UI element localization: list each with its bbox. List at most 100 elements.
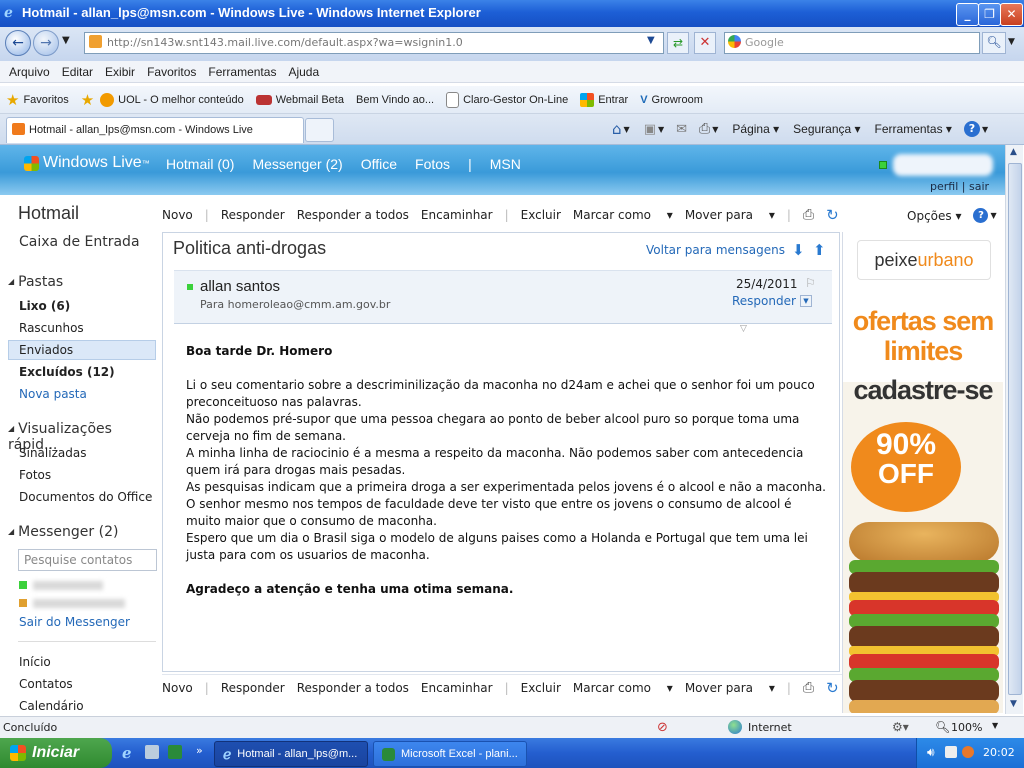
forward-button[interactable]: →: [33, 30, 59, 56]
quicklaunch-excel-icon[interactable]: [168, 745, 182, 759]
quicklaunch-explorer-icon[interactable]: [145, 745, 159, 759]
inbox-link[interactable]: Caixa de Entrada: [19, 234, 140, 250]
folders-heading[interactable]: Pastas: [8, 274, 63, 290]
zoom-icon[interactable]: 🔍︎: [935, 720, 950, 734]
previous-message-icon[interactable]: ⬆: [813, 241, 826, 259]
print-icon[interactable]: ⎙: [699, 121, 710, 137]
reply-button[interactable]: Responder: [221, 208, 285, 222]
messenger-heading[interactable]: Messenger (2): [8, 524, 118, 540]
search-icon[interactable]: 🔍︎: [982, 32, 1006, 54]
forward-button[interactable]: Encaminhar: [421, 681, 493, 695]
search-input[interactable]: Google: [724, 32, 980, 54]
nav-messenger[interactable]: Messenger (2): [252, 156, 342, 172]
nav-hotmail[interactable]: Hotmail (0): [166, 156, 234, 172]
network-icon[interactable]: [945, 746, 957, 758]
volume-icon[interactable]: 🔊︎: [927, 745, 935, 760]
read-mail-icon[interactable]: ✉: [676, 122, 687, 137]
new-tab-button[interactable]: [305, 118, 334, 142]
nav-calendario[interactable]: Calendário: [19, 699, 84, 713]
url-field[interactable]: http://sn143w.snt143.mail.live.com/defau…: [84, 32, 664, 54]
nav-office[interactable]: Office: [361, 156, 397, 172]
favorites-button[interactable]: ★ Favoritos: [6, 91, 69, 109]
contacts-search-input[interactable]: Pesquise contatos: [18, 549, 157, 571]
menu-ajuda[interactable]: Ajuda: [288, 65, 319, 79]
start-button[interactable]: Iniciar: [0, 738, 112, 768]
new-button[interactable]: Novo: [162, 208, 193, 222]
options-menu[interactable]: Opções ▾: [907, 209, 961, 223]
windows-live-logo[interactable]: Windows Live ™: [24, 154, 150, 172]
nav-contatos[interactable]: Contatos: [19, 677, 73, 691]
profile-link[interactable]: perfil: [930, 180, 958, 193]
home-icon[interactable]: ⌂: [612, 120, 622, 138]
feeds-icon[interactable]: ▣: [644, 122, 656, 137]
url-dropdown-icon[interactable]: ▼: [647, 35, 655, 46]
fav-growroom[interactable]: V Growroom: [640, 94, 703, 106]
quicklaunch-ie-icon[interactable]: ℯ: [122, 744, 132, 762]
zoom-dropdown-icon[interactable]: ▼: [992, 721, 998, 730]
menu-exibir[interactable]: Exibir: [105, 65, 135, 79]
quick-sinalizadas[interactable]: Sinalizadas: [19, 446, 86, 460]
help-dropdown-icon[interactable]: ▼: [982, 125, 988, 134]
scroll-down-icon[interactable]: ▼: [1010, 699, 1017, 709]
menu-ferramentas[interactable]: Ferramentas: [208, 65, 276, 79]
reply-all-button[interactable]: Responder a todos: [297, 681, 409, 695]
next-message-icon[interactable]: ⬇: [792, 241, 805, 259]
refresh-icon[interactable]: ↻: [826, 206, 839, 224]
contact-name-obscured[interactable]: [33, 599, 125, 608]
fav-claro[interactable]: Claro-Gestor On-Line: [446, 91, 568, 108]
feeds-dropdown-icon[interactable]: ▼: [658, 125, 664, 134]
folder-excluidos[interactable]: Excluídos (12): [19, 365, 115, 379]
folder-enviados[interactable]: Enviados: [19, 343, 73, 357]
window-title-bar[interactable]: ℯ Hotmail - allan_lps@msn.com - Windows …: [0, 0, 1024, 27]
fav-webmail-beta[interactable]: Webmail Beta: [255, 94, 344, 106]
back-button[interactable]: ←: [5, 30, 31, 56]
signout-messenger-link[interactable]: Sair do Messenger: [19, 615, 130, 629]
expand-header-icon[interactable]: ▽: [740, 324, 747, 334]
refresh-icon[interactable]: ↻: [826, 679, 839, 697]
mark-as-menu[interactable]: Marcar como ▾: [573, 208, 673, 222]
nav-inicio[interactable]: Início: [19, 655, 51, 669]
page-scrollbar[interactable]: ▲ ▼: [1005, 145, 1023, 714]
quicklaunch-more-icon[interactable]: »: [196, 744, 203, 757]
move-to-menu[interactable]: Mover para ▾: [685, 681, 775, 695]
home-dropdown-icon[interactable]: ▼: [624, 125, 630, 134]
quick-fotos[interactable]: Fotos: [19, 468, 51, 482]
flag-icon[interactable]: ⚐: [805, 276, 816, 290]
stop-icon[interactable]: ✕: [694, 32, 716, 54]
forward-button[interactable]: Encaminhar: [421, 208, 493, 222]
reply-link[interactable]: Responder ▼: [732, 294, 812, 308]
tray-app-icon[interactable]: [962, 746, 974, 758]
refresh-icon[interactable]: ⇄: [667, 32, 689, 54]
signout-link[interactable]: sair: [969, 180, 989, 193]
reply-dropdown-icon[interactable]: ▼: [799, 295, 812, 307]
new-button[interactable]: Novo: [162, 681, 193, 695]
delete-button[interactable]: Excluir: [521, 681, 561, 695]
task-hotmail[interactable]: ℯ Hotmail - allan_lps@m...: [214, 741, 368, 767]
tab-hotmail[interactable]: Hotmail - allan_lps@msn.com - Windows Li…: [6, 117, 304, 143]
zoom-level[interactable]: 100%: [951, 721, 982, 734]
restore-button[interactable]: ❐: [978, 3, 1001, 26]
menu-arquivo[interactable]: Arquivo: [9, 65, 50, 79]
clock[interactable]: 20:02: [983, 746, 1015, 759]
search-options-icon[interactable]: ▼: [1008, 37, 1015, 47]
delete-button[interactable]: Excluir: [521, 208, 561, 222]
help-dropdown-icon[interactable]: ▼: [990, 211, 996, 220]
protected-mode-icon[interactable]: ⚙▾: [892, 720, 909, 734]
add-favorite-icon[interactable]: ★: [81, 91, 94, 109]
privacy-icon[interactable]: ⊘: [657, 720, 668, 735]
sender-name[interactable]: allan santos: [200, 278, 280, 295]
advertisement-banner[interactable]: peixeurbano ofertas sem limites cadastre…: [842, 232, 1003, 713]
scrollbar-thumb[interactable]: [1008, 163, 1022, 695]
quick-documentos[interactable]: Documentos do Office: [19, 490, 152, 504]
close-button[interactable]: ✕: [1000, 3, 1023, 26]
reply-all-button[interactable]: Responder a todos: [297, 208, 409, 222]
help-icon[interactable]: ?: [963, 121, 980, 137]
folder-rascunhos[interactable]: Rascunhos: [19, 321, 84, 335]
tools-menu[interactable]: Ferramentas ▾: [875, 122, 952, 136]
fav-bem-vindo[interactable]: Bem Vindo ao...: [356, 94, 434, 106]
page-menu[interactable]: Página ▾: [732, 122, 779, 136]
task-excel[interactable]: Microsoft Excel - plani...: [373, 741, 527, 767]
security-menu[interactable]: Segurança ▾: [793, 122, 860, 136]
print-icon[interactable]: ⎙: [803, 680, 814, 696]
history-dropdown-icon[interactable]: ▼: [62, 35, 70, 46]
